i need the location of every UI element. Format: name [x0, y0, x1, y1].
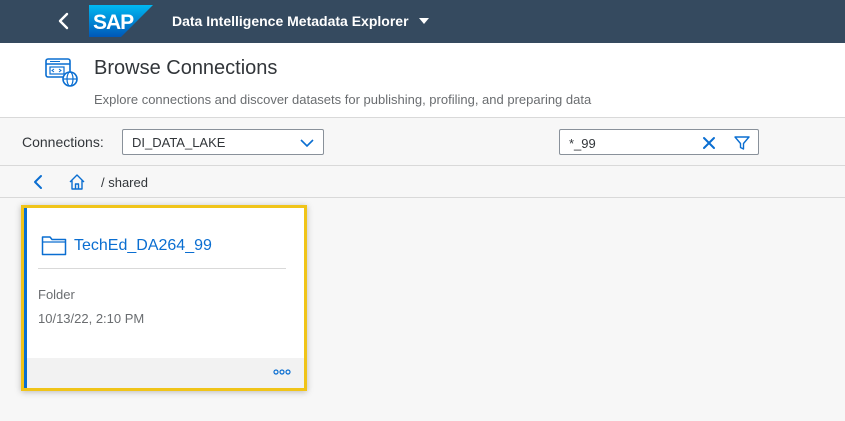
search-input[interactable] — [569, 134, 689, 152]
breadcrumb: / shared — [101, 175, 148, 190]
connections-label: Connections: — [22, 134, 104, 150]
folder-icon — [41, 236, 67, 256]
svg-text:SAP: SAP — [93, 11, 134, 34]
home-icon[interactable] — [68, 173, 86, 191]
navigate-back-icon[interactable] — [30, 174, 46, 190]
page-title: Browse Connections — [94, 57, 278, 79]
card-modified-date: 10/13/22, 2:10 PM — [38, 311, 145, 326]
chevron-down-icon[interactable] — [300, 138, 314, 148]
dataset-card[interactable]: TechEd_DA264_99 Folder 10/13/22, 2:10 PM — [24, 208, 304, 388]
sap-logo[interactable]: SAP — [89, 5, 153, 37]
more-options-icon[interactable] — [272, 366, 292, 378]
card-type: Folder — [38, 287, 75, 302]
app-title[interactable]: Data Intelligence Metadata Explorer — [172, 13, 409, 29]
back-button[interactable] — [52, 8, 76, 34]
filter-icon[interactable] — [733, 134, 751, 152]
search-field[interactable] — [559, 129, 759, 155]
connections-select-value: DI_DATA_LAKE — [132, 135, 226, 150]
card-footer — [27, 358, 304, 388]
page-header: Browse Connections Explore connections a… — [0, 43, 845, 118]
card-title-link[interactable]: TechEd_DA264_99 — [74, 237, 212, 255]
clear-icon[interactable] — [701, 135, 717, 151]
card-divider — [38, 268, 286, 269]
connections-select[interactable]: DI_DATA_LAKE — [122, 129, 324, 155]
page-subtitle: Explore connections and discover dataset… — [94, 92, 592, 107]
filter-bar: Connections: DI_DATA_LAKE — [0, 118, 845, 166]
breadcrumb-bar: / shared — [0, 166, 845, 198]
chevron-left-icon — [58, 12, 69, 30]
caret-down-icon[interactable] — [418, 16, 430, 26]
shell-bar: SAP Data Intelligence Metadata Explorer — [0, 0, 845, 43]
browse-connections-icon — [45, 58, 78, 87]
